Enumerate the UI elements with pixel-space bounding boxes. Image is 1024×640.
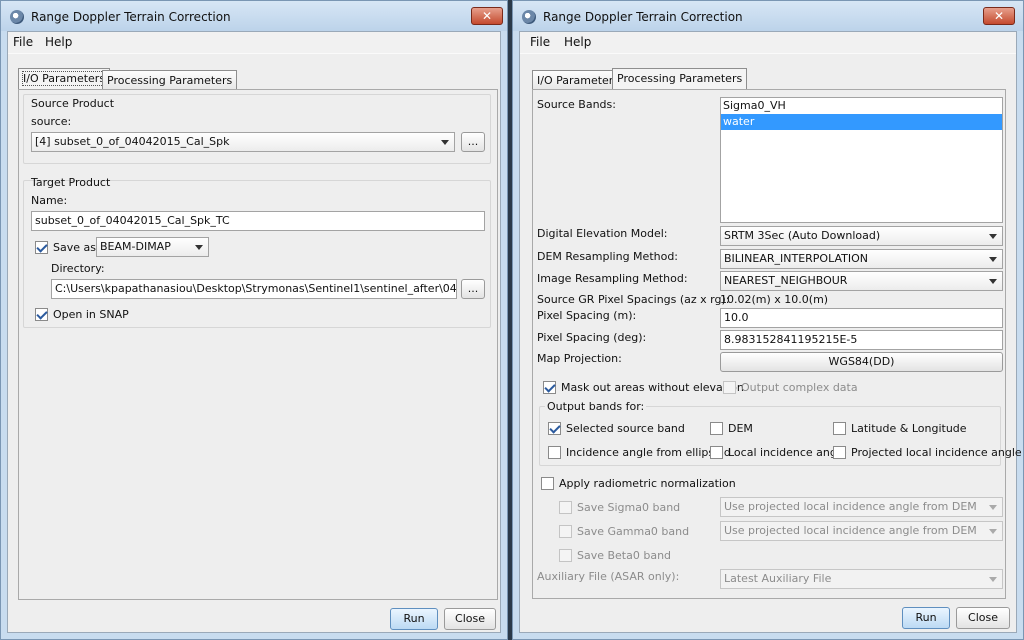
menu-help[interactable]: Help: [45, 35, 72, 49]
image-resampling-label: Image Resampling Method:: [537, 272, 688, 285]
menu-file[interactable]: File: [530, 35, 550, 49]
output-projected-local-incidence[interactable]: Projected local incidence angle: [833, 444, 1022, 460]
output-dem[interactable]: DEM: [710, 420, 753, 436]
output-incidence-ellipsoid[interactable]: Incidence angle from ellipsoid: [548, 444, 731, 460]
tab-processing-parameters[interactable]: Processing Parameters: [612, 68, 748, 89]
dialog-body: File Help I/O Parameters Processing Para…: [519, 31, 1022, 633]
pixel-spacing-deg-field[interactable]: 8.983152841195215E-5: [720, 330, 1003, 350]
tab-io-parameters[interactable]: I/O Parameters: [532, 70, 625, 90]
gr-spacing-label: Source GR Pixel Spacings (az x rg):: [537, 293, 730, 306]
open-in-snap-checkbox[interactable]: Open in SNAP: [35, 306, 129, 322]
source-label: source:: [31, 115, 72, 128]
radiometric-normalization-checkbox[interactable]: Apply radiometric normalization: [541, 475, 736, 491]
list-item[interactable]: Sigma0_VH: [721, 98, 1002, 114]
list-item[interactable]: water: [721, 114, 1002, 130]
dem-resampling-select[interactable]: BILINEAR_INTERPOLATION: [720, 249, 1003, 269]
tab-io-parameters[interactable]: I/O Parameters: [18, 68, 111, 89]
chevron-down-icon: [989, 505, 997, 510]
save-sigma0-checkbox[interactable]: Save Sigma0 band: [559, 499, 680, 515]
tab-processing-parameters[interactable]: Processing Parameters: [102, 70, 238, 90]
title-bar[interactable]: Range Doppler Terrain Correction ✕: [1, 1, 507, 31]
aux-file-select[interactable]: Latest Auxiliary File: [720, 569, 1003, 589]
chevron-down-icon: [989, 529, 997, 534]
gr-spacing-value: 10.02(m) x 10.0(m): [720, 293, 829, 306]
directory-label: Directory:: [51, 262, 105, 275]
menu-help[interactable]: Help: [564, 35, 591, 49]
menu-file[interactable]: File: [13, 35, 33, 49]
close-icon[interactable]: ✕: [983, 7, 1015, 25]
menu-divider: [8, 53, 500, 54]
save-gamma0-checkbox[interactable]: Save Gamma0 band: [559, 523, 689, 539]
right-dialog-window: Range Doppler Terrain Correction ✕ File …: [512, 0, 1024, 640]
gamma0-method-select[interactable]: Use projected local incidence angle from…: [720, 521, 1003, 541]
close-icon[interactable]: ✕: [471, 7, 503, 25]
chevron-down-icon: [195, 245, 203, 250]
close-button[interactable]: Close: [956, 607, 1010, 629]
map-projection-button[interactable]: WGS84(DD): [720, 352, 1003, 372]
close-button[interactable]: Close: [444, 608, 496, 630]
run-button[interactable]: Run: [902, 607, 950, 629]
menu-bar: File Help: [520, 32, 1016, 53]
chevron-down-icon: [989, 577, 997, 582]
chevron-down-icon: [441, 140, 449, 145]
map-projection-label: Map Projection:: [537, 352, 622, 365]
io-parameters-panel: Source Product source: [4] subset_0_of_0…: [18, 89, 498, 600]
dem-resampling-label: DEM Resampling Method:: [537, 250, 679, 263]
checkmark-icon: [543, 380, 556, 394]
chevron-down-icon: [989, 257, 997, 262]
target-name-field[interactable]: subset_0_of_04042015_Cal_Spk_TC: [31, 211, 485, 231]
pixel-spacing-m-label: Pixel Spacing (m):: [537, 309, 637, 322]
source-product-heading: Source Product: [31, 97, 115, 110]
menu-divider: [520, 53, 1016, 54]
directory-browse-button[interactable]: ...: [461, 279, 485, 299]
app-icon: [10, 10, 24, 24]
target-product-heading: Target Product: [31, 176, 111, 189]
title-bar[interactable]: Range Doppler Terrain Correction ✕: [513, 1, 1023, 31]
output-complex-checkbox[interactable]: Output complex data: [723, 379, 858, 395]
directory-field[interactable]: C:\Users\kpapathanasiou\Desktop\Strymona…: [51, 279, 457, 299]
menu-bar: File Help: [8, 32, 500, 53]
source-bands-list[interactable]: Sigma0_VH water: [720, 97, 1003, 223]
chevron-down-icon: [989, 234, 997, 239]
source-bands-label: Source Bands:: [537, 98, 616, 111]
pixel-spacing-m-field[interactable]: 10.0: [720, 308, 1003, 328]
save-format-select[interactable]: BEAM-DIMAP: [96, 237, 209, 257]
checkmark-icon: [35, 307, 48, 321]
dem-select[interactable]: SRTM 3Sec (Auto Download): [720, 226, 1003, 246]
output-latitude-longitude[interactable]: Latitude & Longitude: [833, 420, 967, 436]
output-bands-heading: Output bands for:: [545, 400, 647, 413]
save-as-checkbox[interactable]: Save as:: [35, 239, 100, 255]
app-icon: [522, 10, 536, 24]
image-resampling-select[interactable]: NEAREST_NEIGHBOUR: [720, 271, 1003, 291]
output-selected-source-band[interactable]: Selected source band: [548, 420, 685, 436]
name-label: Name:: [31, 194, 68, 207]
dem-label: Digital Elevation Model:: [537, 227, 668, 240]
left-dialog-window: Range Doppler Terrain Correction ✕ File …: [0, 0, 508, 640]
checkmark-icon: [548, 421, 561, 435]
source-product-select[interactable]: [4] subset_0_of_04042015_Cal_Spk: [31, 132, 455, 152]
chevron-down-icon: [989, 279, 997, 284]
processing-parameters-panel: Source Bands: Sigma0_VH water Digital El…: [532, 89, 1022, 599]
window-title: Range Doppler Terrain Correction: [31, 10, 231, 24]
dialog-body: File Help I/O Parameters Processing Para…: [7, 31, 501, 633]
sigma0-method-select[interactable]: Use projected local incidence angle from…: [720, 497, 1003, 517]
checkmark-icon: [35, 240, 48, 254]
mask-out-checkbox[interactable]: Mask out areas without elevation: [543, 379, 744, 395]
save-beta0-checkbox[interactable]: Save Beta0 band: [559, 547, 671, 563]
output-local-incidence[interactable]: Local incidence angle: [710, 444, 847, 460]
aux-file-label: Auxiliary File (ASAR only):: [537, 570, 680, 583]
pixel-spacing-deg-label: Pixel Spacing (deg):: [537, 331, 647, 344]
window-title: Range Doppler Terrain Correction: [543, 10, 743, 24]
source-browse-button[interactable]: ...: [461, 132, 485, 152]
run-button[interactable]: Run: [390, 608, 438, 630]
